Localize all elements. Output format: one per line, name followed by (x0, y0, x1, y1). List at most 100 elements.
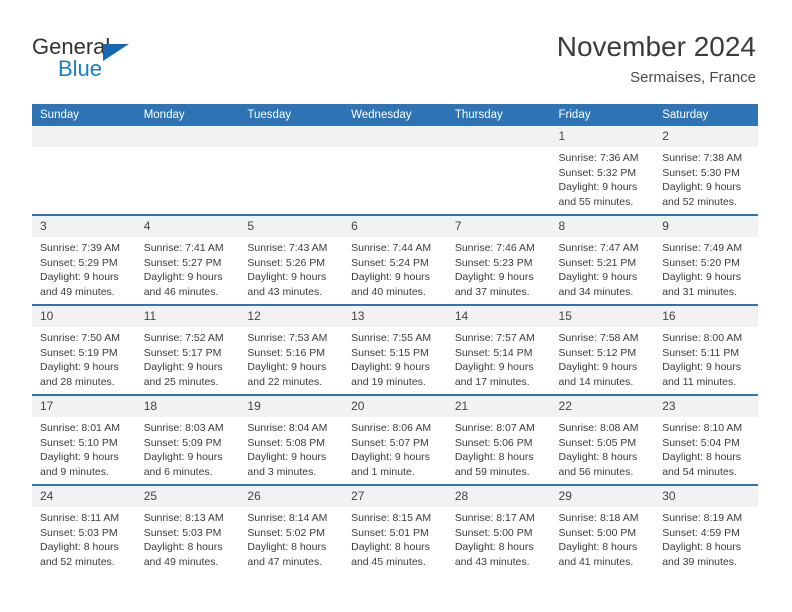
sunset-text: Sunset: 5:19 PM (40, 346, 118, 359)
day-sun-info: Sunrise: 7:46 AM Sunset: 5:23 PM Daylight:… (447, 237, 551, 299)
daylight-text-line2: and 47 minutes. (247, 555, 323, 568)
daylight-text-line1: Daylight: 9 hours (351, 361, 430, 374)
daylight-text-line1: Daylight: 8 hours (558, 541, 638, 554)
logo-triangle-icon (103, 44, 129, 61)
calendar-day-cell[interactable]: 30 Sunrise: 8:19 AM Sunset: 4:59 PM Dayligh… (654, 484, 758, 574)
day-number: 21 (446, 396, 551, 417)
day-number: 22 (550, 396, 655, 417)
calendar-day-cell[interactable]: 20 Sunrise: 8:06 AM Sunset: 5:07 PM Dayligh… (343, 394, 447, 485)
daylight-text-line2: and 9 minutes. (40, 465, 109, 478)
sunset-text: Sunset: 5:29 PM (40, 256, 118, 269)
day-number: 7 (446, 216, 551, 237)
calendar-day-cell[interactable]: 23 Sunrise: 8:10 AM Sunset: 5:04 PM Dayligh… (654, 394, 758, 485)
calendar-body: 1 Sunrise: 7:36 AM Sunset: 5:32 PM Daylight… (32, 126, 758, 574)
daylight-text-line2: and 45 minutes. (351, 555, 426, 568)
daylight-text-line2: and 25 minutes. (143, 375, 219, 388)
sunset-text: Sunset: 5:14 PM (454, 346, 533, 359)
daylight-text-line1: Daylight: 8 hours (558, 451, 638, 464)
day-sun-info: Sunrise: 8:15 AM Sunset: 5:01 PM Daylight:… (343, 507, 447, 569)
daylight-text-line1: Daylight: 9 hours (143, 451, 223, 464)
day-sun-info: Sunrise: 8:04 AM Sunset: 5:08 PM Daylight:… (239, 417, 343, 479)
calendar-day-cell[interactable]: 16 Sunrise: 8:00 AM Sunset: 5:11 PM Dayligh… (654, 304, 758, 395)
title-block: November 2024 Sermaises, France (557, 30, 756, 89)
day-number: 8 (550, 216, 655, 237)
day-sun-info: Sunrise: 8:10 AM Sunset: 5:04 PM Daylight:… (654, 417, 758, 479)
calendar-day-cell[interactable]: 2 Sunrise: 7:38 AM Sunset: 5:30 PM Daylight… (654, 126, 758, 215)
sunrise-text: Sunrise: 7:44 AM (351, 242, 432, 254)
sunrise-text: Sunrise: 8:13 AM (143, 512, 224, 524)
calendar-day-cell[interactable]: 26 Sunrise: 8:14 AM Sunset: 5:02 PM Dayligh… (239, 484, 344, 574)
daylight-text-line1: Daylight: 9 hours (351, 451, 430, 464)
sunset-text: Sunset: 5:21 PM (558, 256, 637, 269)
sunset-text: Sunset: 5:23 PM (454, 256, 533, 269)
calendar-day-cell[interactable]: 19 Sunrise: 8:04 AM Sunset: 5:08 PM Dayligh… (239, 394, 344, 485)
calendar-day-cell[interactable]: 6 Sunrise: 7:44 AM Sunset: 5:24 PM Daylight… (343, 214, 447, 305)
weekday-header-sunday: Sunday (32, 104, 136, 126)
calendar-day-cell[interactable]: 13 Sunrise: 7:55 AM Sunset: 5:15 PM Dayligh… (343, 304, 447, 395)
calendar-day-cell[interactable]: 12 Sunrise: 7:53 AM Sunset: 5:16 PM Dayligh… (239, 304, 344, 395)
calendar-day-cell-empty (446, 126, 551, 215)
sunset-text: Sunset: 5:05 PM (558, 436, 637, 449)
calendar-day-cell[interactable]: 24 Sunrise: 8:11 AM Sunset: 5:03 PM Dayligh… (32, 484, 136, 574)
calendar-day-cell[interactable]: 22 Sunrise: 8:08 AM Sunset: 5:05 PM Dayligh… (550, 394, 655, 485)
daylight-text-line2: and 41 minutes. (558, 555, 634, 568)
sunset-text: Sunset: 5:10 PM (40, 436, 118, 449)
calendar-day-cell[interactable]: 25 Sunrise: 8:13 AM Sunset: 5:03 PM Dayligh… (135, 484, 240, 574)
daylight-text-line1: Daylight: 9 hours (143, 271, 223, 284)
calendar-day-cell[interactable]: 5 Sunrise: 7:43 AM Sunset: 5:26 PM Daylight… (239, 214, 344, 305)
calendar-day-cell[interactable]: 17 Sunrise: 8:01 AM Sunset: 5:10 PM Dayligh… (32, 394, 136, 485)
day-sun-info: Sunrise: 8:13 AM Sunset: 5:03 PM Daylight:… (136, 507, 240, 569)
daylight-text-line2: and 1 minute. (351, 465, 415, 478)
daylight-text-line1: Daylight: 9 hours (662, 271, 742, 284)
daylight-text-line1: Daylight: 9 hours (662, 361, 742, 374)
sunrise-text: Sunrise: 7:58 AM (558, 332, 639, 344)
calendar-day-cell[interactable]: 14 Sunrise: 7:57 AM Sunset: 5:14 PM Dayligh… (446, 304, 551, 395)
day-number: 9 (654, 216, 758, 237)
day-sun-info: Sunrise: 7:39 AM Sunset: 5:29 PM Daylight:… (32, 237, 136, 299)
daylight-text-line1: Daylight: 9 hours (662, 181, 742, 194)
sunrise-text: Sunrise: 7:57 AM (454, 332, 535, 344)
calendar-day-cell[interactable]: 11 Sunrise: 7:52 AM Sunset: 5:17 PM Dayligh… (135, 304, 240, 395)
day-number: 29 (550, 486, 655, 507)
sunset-text: Sunset: 5:03 PM (143, 526, 222, 539)
daylight-text-line1: Daylight: 8 hours (454, 451, 534, 464)
calendar-day-cell[interactable]: 18 Sunrise: 8:03 AM Sunset: 5:09 PM Dayligh… (135, 394, 240, 485)
day-number (446, 126, 551, 147)
day-number: 25 (135, 486, 240, 507)
day-number (239, 126, 344, 147)
page-subtitle-location: Sermaises, France (630, 69, 756, 86)
calendar-day-cell[interactable]: 8 Sunrise: 7:47 AM Sunset: 5:21 PM Daylight… (550, 214, 655, 305)
calendar-day-cell[interactable]: 27 Sunrise: 8:15 AM Sunset: 5:01 PM Dayligh… (343, 484, 447, 574)
calendar-day-cell[interactable]: 29 Sunrise: 8:18 AM Sunset: 5:00 PM Dayligh… (550, 484, 655, 574)
calendar-page: General Blue November 2024 Sermaises, Fr… (0, 0, 792, 612)
calendar-day-cell[interactable]: 21 Sunrise: 8:07 AM Sunset: 5:06 PM Dayligh… (446, 394, 551, 485)
sunset-text: Sunset: 5:17 PM (143, 346, 222, 359)
sunrise-text: Sunrise: 8:14 AM (247, 512, 328, 524)
daylight-text-line1: Daylight: 9 hours (40, 271, 119, 284)
calendar-day-cell[interactable]: 15 Sunrise: 7:58 AM Sunset: 5:12 PM Dayligh… (550, 304, 655, 395)
calendar-day-cell[interactable]: 28 Sunrise: 8:17 AM Sunset: 5:00 PM Dayligh… (446, 484, 551, 574)
calendar-day-cell[interactable]: 9 Sunrise: 7:49 AM Sunset: 5:20 PM Daylight… (654, 214, 758, 305)
daylight-text-line1: Daylight: 9 hours (247, 451, 327, 464)
day-number: 13 (343, 306, 447, 327)
day-number: 17 (32, 396, 136, 417)
daylight-text-line2: and 37 minutes. (454, 285, 530, 298)
calendar-day-cell[interactable]: 4 Sunrise: 7:41 AM Sunset: 5:27 PM Daylight… (135, 214, 240, 305)
calendar-grid: Sunday Monday Tuesday Wednesday Thursday… (32, 104, 758, 574)
sunrise-text: Sunrise: 7:38 AM (662, 152, 743, 164)
daylight-text-line1: Daylight: 8 hours (40, 541, 119, 554)
day-sun-info: Sunrise: 7:41 AM Sunset: 5:27 PM Daylight:… (136, 237, 240, 299)
calendar-day-cell-empty (343, 126, 447, 215)
sunrise-text: Sunrise: 7:36 AM (558, 152, 639, 164)
calendar-day-cell[interactable]: 3 Sunrise: 7:39 AM Sunset: 5:29 PM Daylight… (32, 214, 136, 305)
sunset-text: Sunset: 5:00 PM (454, 526, 533, 539)
sunset-text: Sunset: 5:09 PM (143, 436, 222, 449)
calendar-day-cell[interactable]: 7 Sunrise: 7:46 AM Sunset: 5:23 PM Daylight… (446, 214, 551, 305)
day-sun-info: Sunrise: 8:19 AM Sunset: 4:59 PM Daylight:… (654, 507, 758, 569)
day-number: 16 (654, 306, 758, 327)
calendar-week-row: 17 Sunrise: 8:01 AM Sunset: 5:10 PM Dayligh… (32, 394, 758, 485)
calendar-day-cell[interactable]: 1 Sunrise: 7:36 AM Sunset: 5:32 PM Daylight… (550, 126, 655, 215)
daylight-text-line2: and 3 minutes. (247, 465, 317, 478)
day-number: 2 (654, 126, 758, 147)
calendar-day-cell[interactable]: 10 Sunrise: 7:50 AM Sunset: 5:19 PM Dayligh… (32, 304, 136, 395)
